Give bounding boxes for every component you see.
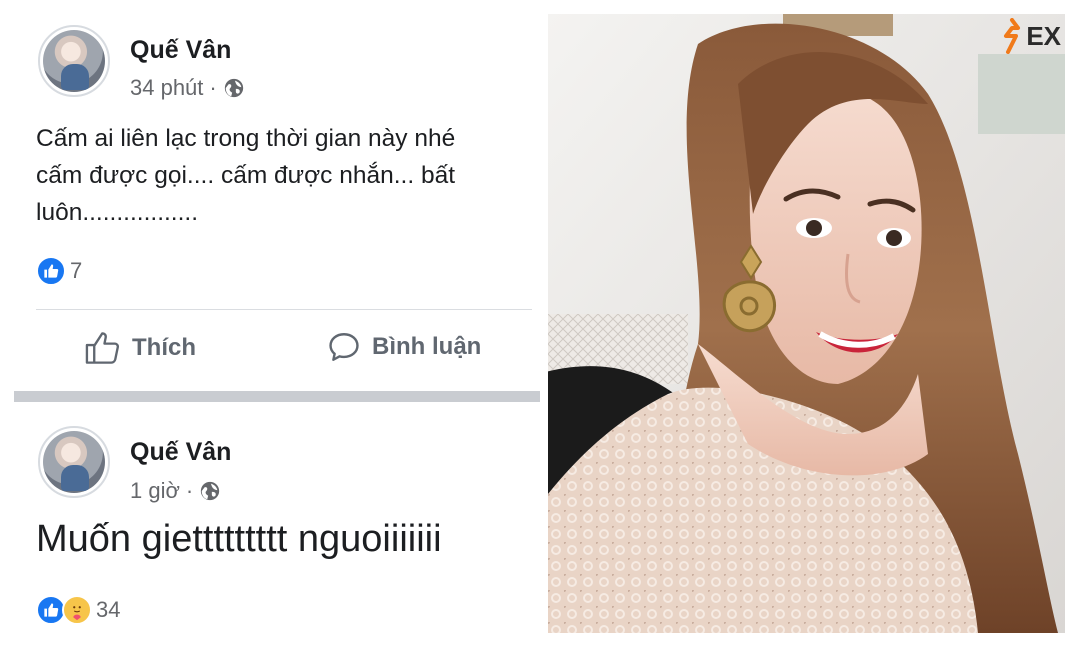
portrait-illustration bbox=[548, 14, 1065, 633]
reaction-count[interactable]: 7 bbox=[70, 258, 82, 284]
like-icon bbox=[85, 332, 120, 364]
meta-separator: · bbox=[209, 75, 217, 100]
care-icon bbox=[62, 595, 92, 625]
post-text-line: Cấm ai liên lạc trong thời gian này nhé bbox=[36, 125, 456, 152]
post-meta: 34 phút · bbox=[130, 75, 245, 101]
post-separator bbox=[14, 391, 540, 402]
reaction-summary[interactable]: 7 bbox=[36, 256, 82, 286]
avatar[interactable] bbox=[38, 426, 110, 498]
comment-icon bbox=[329, 333, 359, 361]
like-icon bbox=[36, 256, 66, 286]
avatar[interactable] bbox=[38, 25, 110, 97]
watermark: EX bbox=[1000, 18, 1061, 54]
meta-separator: · bbox=[185, 478, 194, 503]
post-text: Cấm ai liên lạc trong thời gian này nhé … bbox=[36, 120, 540, 231]
watermark-text: EX bbox=[1026, 20, 1061, 51]
globe-icon bbox=[201, 481, 220, 501]
comment-label: Bình luận bbox=[372, 333, 482, 360]
author-name[interactable]: Quế Vân bbox=[130, 36, 231, 65]
post-time[interactable]: 1 giờ bbox=[130, 478, 180, 504]
watermark-logo-icon bbox=[1004, 18, 1021, 54]
portrait-photo: EX bbox=[548, 14, 1065, 633]
post-text-line: luôn................. bbox=[36, 199, 199, 226]
divider bbox=[36, 309, 532, 310]
post-meta: 1 giờ · bbox=[130, 478, 221, 504]
post-time[interactable]: 34 phút bbox=[130, 75, 203, 101]
post-text: Muốn giettttttttt nguoiiiiiii bbox=[36, 518, 442, 560]
globe-icon bbox=[224, 78, 243, 98]
facebook-posts-panel: Quế Vân 34 phút · Cấm ai liên lạc trong … bbox=[0, 0, 540, 648]
post-text-line: cấm được gọi.... cấm được nhắn... bất bbox=[36, 162, 456, 189]
like-label: Thích bbox=[132, 334, 196, 361]
reaction-summary[interactable]: 34 bbox=[36, 595, 120, 625]
author-name[interactable]: Quế Vân bbox=[130, 438, 231, 467]
reaction-count[interactable]: 34 bbox=[96, 597, 120, 623]
post-1: Quế Vân 34 phút · Cấm ai liên lạc trong … bbox=[0, 0, 540, 400]
comment-button[interactable]: Bình luận bbox=[326, 330, 481, 364]
like-button[interactable]: Thích bbox=[84, 330, 196, 366]
